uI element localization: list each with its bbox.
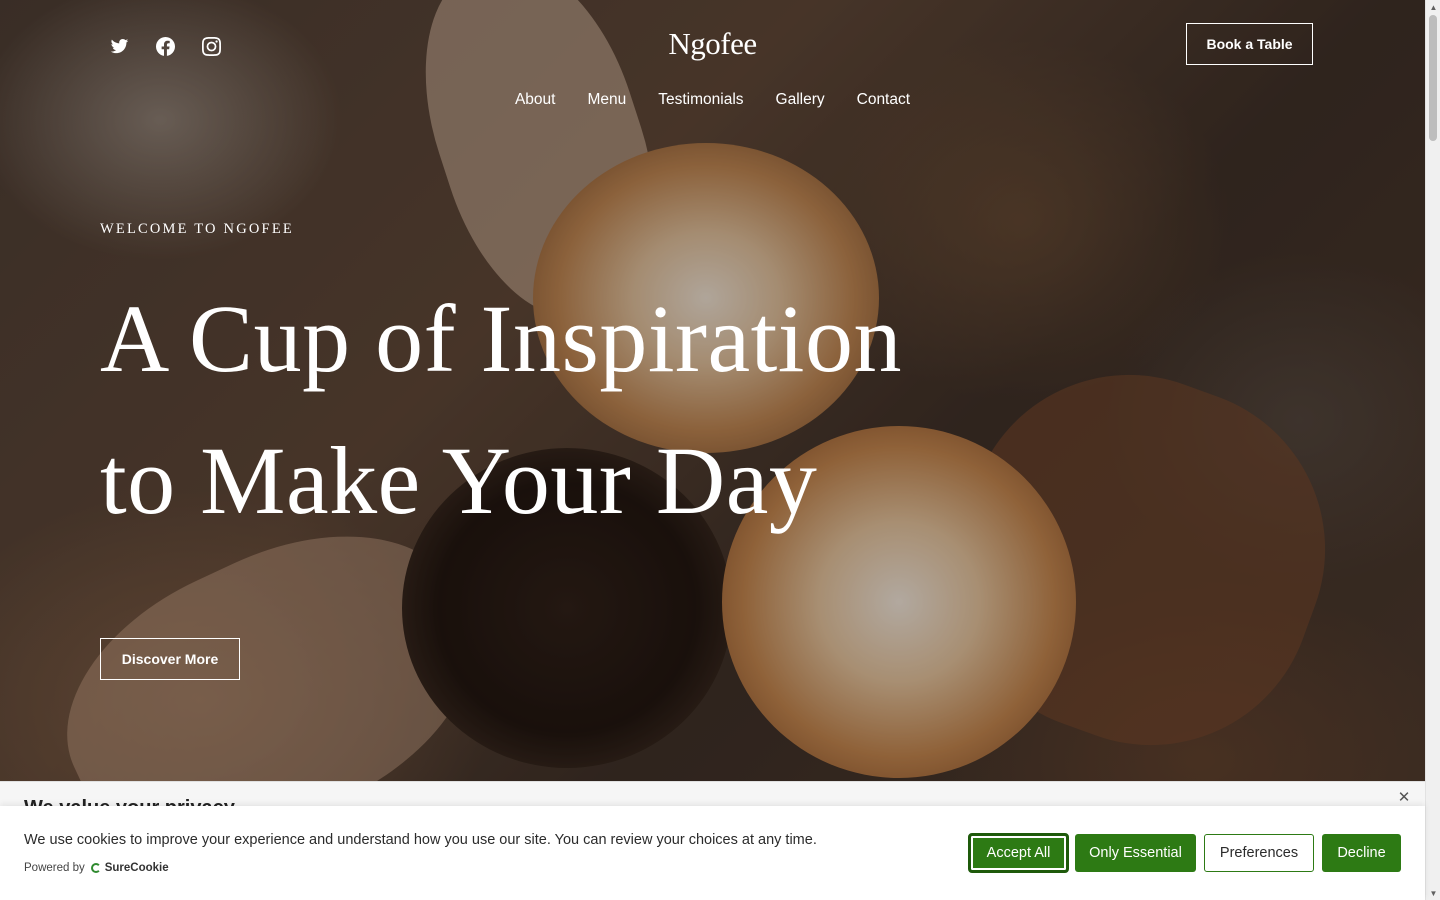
only-essential-button[interactable]: Only Essential xyxy=(1075,834,1196,872)
nav-contact[interactable]: Contact xyxy=(857,91,910,109)
close-icon[interactable]: ✕ xyxy=(1396,790,1412,806)
surecookie-brand[interactable]: SureCookie xyxy=(105,862,169,874)
site-logo[interactable]: Ngofee xyxy=(668,26,757,61)
instagram-icon[interactable] xyxy=(200,32,222,60)
scroll-thumb[interactable] xyxy=(1429,15,1437,141)
decline-button[interactable]: Decline xyxy=(1322,834,1401,872)
main-nav: About Menu Testimonials Gallery Contact xyxy=(0,91,1425,109)
scroll-down-arrow-icon[interactable]: ▼ xyxy=(1426,886,1440,900)
cookie-message: We use cookies to improve your experienc… xyxy=(24,832,817,848)
scroll-up-arrow-icon[interactable]: ▲ xyxy=(1426,0,1440,14)
hero-eyebrow: WELCOME TO NGOFEE xyxy=(100,221,294,237)
social-links xyxy=(108,32,222,60)
cookie-powered-by: Powered by SureCookie xyxy=(24,862,169,874)
surecookie-logo-icon xyxy=(90,863,101,873)
hero-headline: A Cup of Inspiration to Make Your Day xyxy=(100,268,1100,552)
facebook-icon[interactable] xyxy=(154,32,176,60)
discover-more-button[interactable]: Discover More xyxy=(100,638,240,680)
nav-about[interactable]: About xyxy=(515,91,556,109)
book-table-button[interactable]: Book a Table xyxy=(1186,23,1313,65)
powered-by-label: Powered by xyxy=(24,862,85,874)
hero-section: Ngofee Book a Table About Menu Testimoni… xyxy=(0,0,1425,900)
preferences-button[interactable]: Preferences xyxy=(1204,834,1314,872)
nav-gallery[interactable]: Gallery xyxy=(776,91,825,109)
page-scrollbar[interactable]: ▲ ▼ xyxy=(1425,0,1440,900)
cookie-banner: We use cookies to improve your experienc… xyxy=(0,806,1425,900)
hero-headline-line-1: A Cup of Inspiration xyxy=(100,285,902,392)
nav-menu[interactable]: Menu xyxy=(587,91,626,109)
nav-testimonials[interactable]: Testimonials xyxy=(658,91,743,109)
hero-headline-line-2: to Make Your Day xyxy=(100,427,818,534)
accept-all-button[interactable]: Accept All xyxy=(968,833,1069,873)
twitter-icon[interactable] xyxy=(108,32,130,60)
